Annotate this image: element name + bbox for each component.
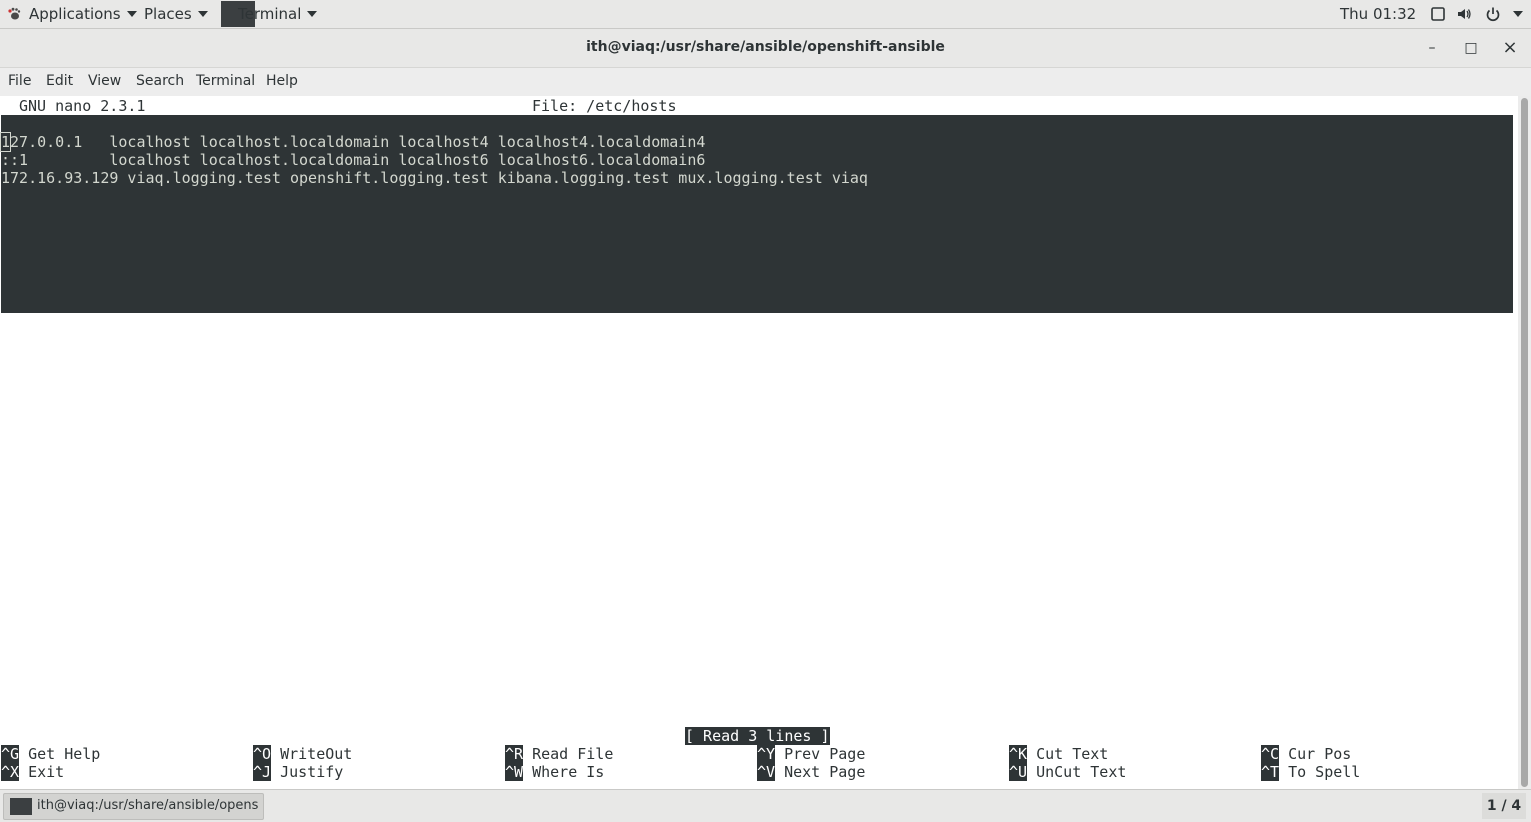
shortcut-uncut-text: ^U UnCut Text xyxy=(1009,763,1127,781)
window-title: ith@viaq:/usr/share/ansible/openshift-an… xyxy=(586,39,945,55)
nano-status-message: [ Read 3 lines ] xyxy=(685,727,830,745)
close-button[interactable]: × xyxy=(1499,37,1521,59)
shortcut-get-help: ^G Get Help xyxy=(1,745,101,763)
taskbar-window-label: ith@viaq:/usr/share/ansible/opens... xyxy=(37,798,259,813)
shortcut-where-is: ^W Where Is xyxy=(505,763,605,781)
power-icon[interactable] xyxy=(1485,6,1501,22)
applications-label: Applications xyxy=(29,5,121,23)
menu-file[interactable]: File xyxy=(8,73,31,89)
shortcut-writeout: ^O WriteOut xyxy=(253,745,353,763)
terminal-icon xyxy=(10,798,32,815)
bottom-taskbar: ith@viaq:/usr/share/ansible/opens... 1 /… xyxy=(0,789,1531,822)
shortcut-prev-page: ^Y Prev Page xyxy=(757,745,866,763)
shortcut-next-page: ^V Next Page xyxy=(757,763,866,781)
workspace-switcher[interactable]: 1 / 4 xyxy=(1482,793,1526,819)
chevron-down-icon xyxy=(126,10,137,17)
shortcut-exit: ^X Exit xyxy=(1,763,65,781)
volume-icon[interactable] xyxy=(1456,6,1472,22)
window-titlebar: ith@viaq:/usr/share/ansible/openshift-an… xyxy=(0,29,1531,68)
file-line-1-text: 27.0.0.1 localhost localhost.localdomain… xyxy=(10,133,706,151)
terminal-app-menu[interactable]: Terminal xyxy=(218,0,318,28)
terminal-app-label: Terminal xyxy=(238,5,302,23)
window-icon[interactable] xyxy=(1430,6,1446,22)
chevron-down-icon xyxy=(197,10,208,17)
text-cursor: 1 xyxy=(0,132,12,152)
minimize-button[interactable]: – xyxy=(1421,37,1443,59)
shortcut-read-file: ^R Read File xyxy=(505,745,614,763)
clock[interactable]: Thu 01:32 xyxy=(1340,0,1416,28)
nano-filename: File: /etc/hosts xyxy=(532,97,677,115)
taskbar-terminal-window[interactable]: ith@viaq:/usr/share/ansible/opens... xyxy=(3,793,264,820)
scrollbar-thumb[interactable] xyxy=(1521,98,1528,787)
shortcut-to-spell: ^T To Spell xyxy=(1261,763,1361,781)
menu-help[interactable]: Help xyxy=(266,73,298,89)
system-menu-chevron-icon[interactable] xyxy=(1513,11,1523,17)
chevron-down-icon xyxy=(307,10,318,17)
nano-version: GNU nano 2.3.1 xyxy=(19,97,146,115)
gnome-foot-icon xyxy=(8,7,21,20)
menu-view[interactable]: View xyxy=(88,73,121,89)
file-line-1: 127.0.0.1 localhost localhost.localdomai… xyxy=(0,132,706,152)
menu-search[interactable]: Search xyxy=(136,73,184,89)
top-panel: Applications Places Terminal Thu 01:32 xyxy=(0,0,1531,29)
file-line-2: ::1 localhost localhost.localdomain loca… xyxy=(1,151,706,169)
shortcut-cut-text: ^K Cut Text xyxy=(1009,745,1109,763)
applications-menu[interactable]: Applications xyxy=(29,0,137,28)
menu-terminal[interactable]: Terminal xyxy=(196,73,255,89)
terminal-scrollbar[interactable] xyxy=(1518,96,1531,789)
menubar: File Edit View Search Terminal Help xyxy=(0,68,1531,97)
terminal-area[interactable]: GNU nano 2.3.1 File: /etc/hosts 127.0.0.… xyxy=(0,96,1518,789)
maximize-button[interactable]: □ xyxy=(1460,37,1482,59)
nano-edit-area[interactable]: 127.0.0.1 localhost localhost.localdomai… xyxy=(0,115,1513,313)
places-menu[interactable]: Places xyxy=(144,0,208,28)
shortcut-justify: ^J Justify xyxy=(253,763,344,781)
shortcut-cur-pos: ^C Cur Pos xyxy=(1261,745,1352,763)
places-label: Places xyxy=(144,5,192,23)
menu-edit[interactable]: Edit xyxy=(46,73,73,89)
file-line-3: 172.16.93.129 viaq.logging.test openshif… xyxy=(1,169,868,187)
